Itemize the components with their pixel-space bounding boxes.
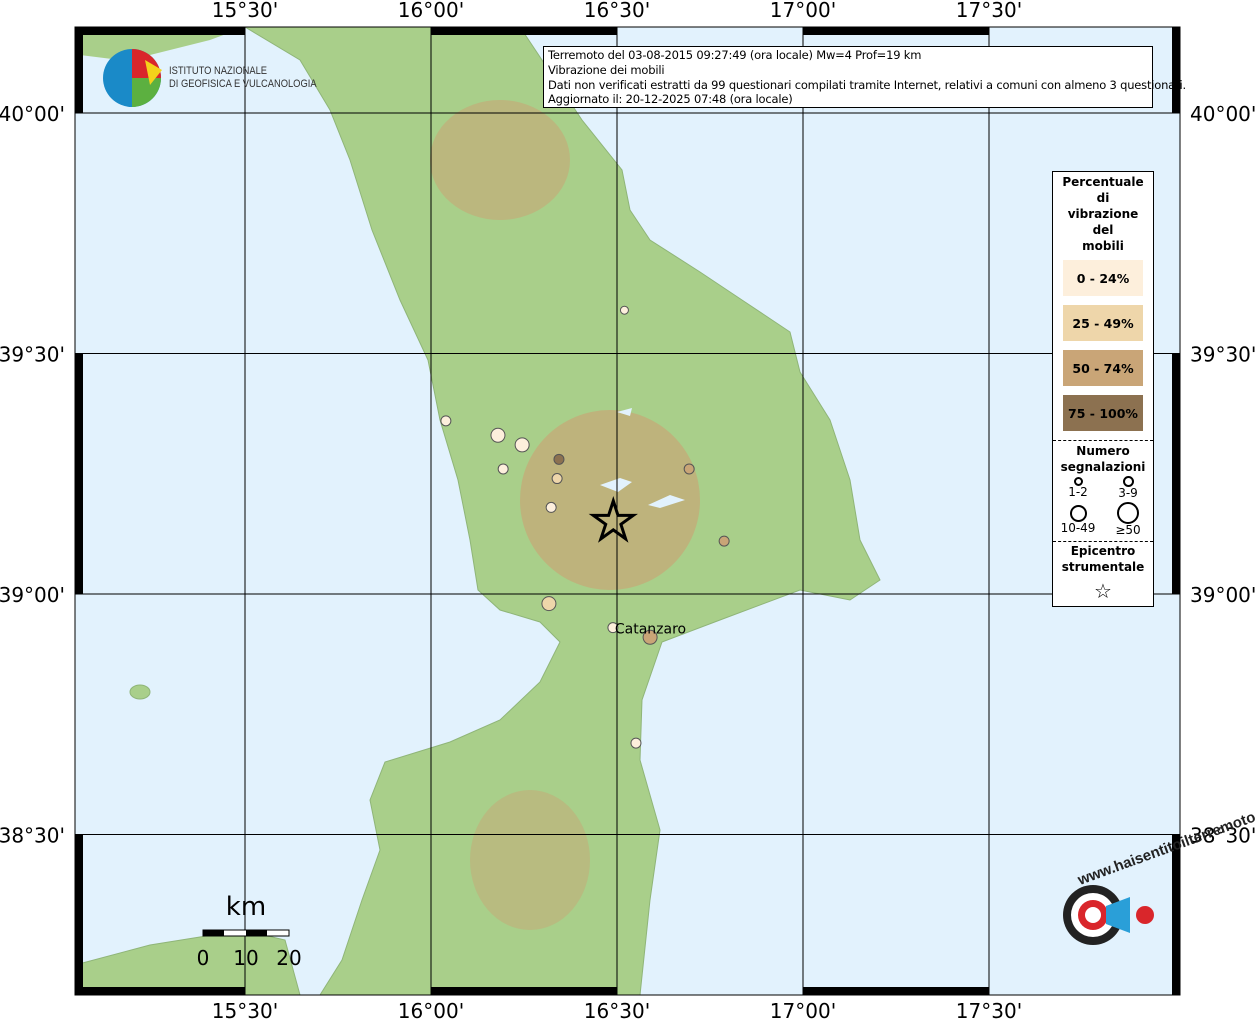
lon-tick-label: 16°30' bbox=[584, 999, 650, 1023]
places-layer: Catanzaro bbox=[615, 621, 686, 637]
count-title: Numero segnalazioni bbox=[1053, 443, 1153, 475]
lon-tick-label: 17°00' bbox=[770, 0, 836, 22]
observation-point[interactable] bbox=[553, 453, 565, 465]
frame-segment bbox=[75, 27, 245, 35]
observation-point[interactable] bbox=[514, 437, 530, 453]
lat-tick-label: 40°00' bbox=[1190, 102, 1255, 126]
lon-tick-label: 17°30' bbox=[956, 0, 1022, 22]
frame-segment bbox=[803, 27, 989, 35]
observation-point[interactable] bbox=[490, 427, 506, 443]
count-legend: 1-2 3-9 10-49 ≥50 bbox=[1053, 475, 1153, 537]
frame-segment bbox=[75, 353, 83, 594]
scale-unit: km bbox=[226, 892, 266, 922]
place-label: Catanzaro bbox=[615, 621, 686, 637]
frame-segment bbox=[431, 27, 617, 35]
count-label: 3-9 bbox=[1118, 486, 1138, 500]
scale-label: 20 bbox=[276, 946, 301, 970]
observation-point[interactable] bbox=[497, 463, 509, 475]
count-label: 1-2 bbox=[1068, 485, 1088, 499]
observation-point[interactable] bbox=[718, 535, 730, 547]
lon-tick-label: 16°00' bbox=[398, 0, 464, 22]
lat-tick-label: 39°30' bbox=[0, 343, 65, 367]
observation-point[interactable] bbox=[683, 463, 695, 475]
circle-size-icon bbox=[1069, 505, 1087, 522]
lon-tick-label: 17°30' bbox=[956, 999, 1022, 1023]
frame-segment bbox=[803, 987, 989, 995]
observation-point[interactable] bbox=[545, 501, 557, 513]
frame-segment bbox=[1172, 834, 1180, 995]
frame-segment bbox=[1172, 27, 1180, 113]
observation-point[interactable] bbox=[551, 473, 563, 485]
legend-class-75-100: 75 - 100% bbox=[1063, 395, 1143, 431]
frame-segment bbox=[1172, 353, 1180, 594]
legend-title-line: mobili bbox=[1082, 239, 1124, 253]
observation-point[interactable] bbox=[619, 305, 629, 315]
frame-segment bbox=[431, 987, 617, 995]
epicenter-title-line: Epicentro bbox=[1070, 544, 1136, 558]
legend-divider bbox=[1053, 541, 1153, 542]
count-label: ≥50 bbox=[1115, 523, 1141, 537]
star-icon: ☆ bbox=[1094, 579, 1112, 603]
lon-tick-label: 17°00' bbox=[770, 999, 836, 1023]
lat-tick-label: 38°30' bbox=[0, 824, 65, 848]
epicenter-title-line: strumentale bbox=[1061, 560, 1145, 574]
legend: Percentuale di vibrazione del mobili 0 -… bbox=[1052, 171, 1154, 607]
count-label: 10-49 bbox=[1060, 521, 1096, 535]
ingv-logo-text: ISTITUTO NAZIONALE DI GEOFISICA E VULCAN… bbox=[169, 65, 317, 91]
scale-label: 10 bbox=[233, 946, 258, 970]
frame-segment bbox=[75, 834, 83, 995]
island bbox=[129, 684, 151, 700]
logo-line: DI GEOFISICA E VULCANOLOGIA bbox=[169, 78, 317, 90]
title-line: Terremoto del 03-08-2015 09:27:49 (ora l… bbox=[548, 48, 922, 62]
note-line: Dati non verificati estratti da 99 quest… bbox=[548, 77, 1187, 92]
frame-segment bbox=[75, 987, 245, 995]
lat-tick-label: 39°00' bbox=[1190, 583, 1255, 607]
observation-point[interactable] bbox=[541, 596, 557, 612]
count-title-line: Numero bbox=[1076, 444, 1130, 458]
legend-title-line: Percentuale bbox=[1062, 175, 1144, 189]
lon-tick-label: 16°00' bbox=[398, 999, 464, 1023]
epicenter-title: Epicentro strumentale bbox=[1053, 543, 1153, 575]
lon-tick-label: 15°30' bbox=[212, 999, 278, 1023]
observation-point[interactable] bbox=[440, 415, 452, 427]
lon-tick-label: 15°30' bbox=[212, 0, 278, 22]
legend-class-50-74: 50 - 74% bbox=[1063, 350, 1143, 386]
logo-line: ISTITUTO NAZIONALE bbox=[169, 65, 268, 77]
lat-tick-label: 40°00' bbox=[0, 102, 65, 126]
scale-label: 0 bbox=[197, 946, 210, 970]
legend-title-line: di bbox=[1096, 191, 1110, 205]
pollino-highlands bbox=[430, 100, 570, 220]
legend-title-line: vibrazione bbox=[1067, 207, 1139, 221]
frame-segment bbox=[75, 27, 83, 113]
lat-tick-label: 39°00' bbox=[0, 583, 65, 607]
legend-title: Percentuale di vibrazione del mobili bbox=[1053, 174, 1153, 254]
observation-point[interactable] bbox=[630, 737, 642, 749]
lon-tick-label: 16°30' bbox=[584, 0, 650, 22]
circle-size-icon bbox=[1117, 502, 1139, 524]
lat-tick-label: 39°30' bbox=[1190, 343, 1255, 367]
legend-title-line: del bbox=[1092, 223, 1114, 237]
updated-line: Aggiornato il: 20-12-2025 07:48 (ora loc… bbox=[548, 92, 793, 107]
title-box: Terremoto del 03-08-2015 09:27:49 (ora l… bbox=[543, 46, 1187, 108]
legend-divider bbox=[1053, 440, 1153, 441]
aspromonte-highlands bbox=[470, 790, 590, 930]
legend-class-25-49: 25 - 49% bbox=[1063, 305, 1143, 341]
subtitle-line: Vibrazione dei mobili bbox=[548, 62, 665, 77]
legend-class-0-24: 0 - 24% bbox=[1063, 260, 1143, 296]
count-title-line: segnalazioni bbox=[1060, 460, 1146, 474]
